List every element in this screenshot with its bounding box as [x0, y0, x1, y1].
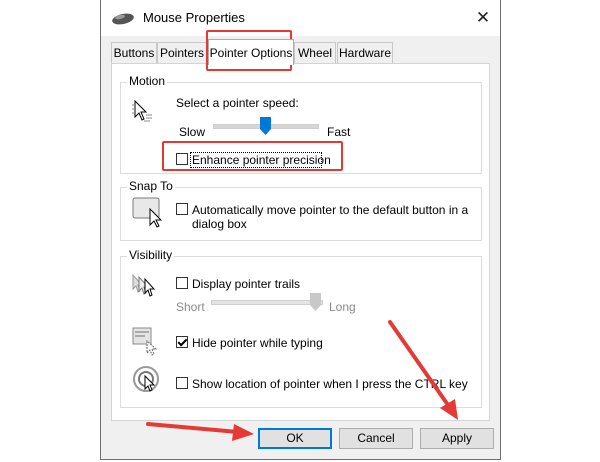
pointer-trails-label[interactable]: Display pointer trails — [192, 277, 300, 291]
enhance-precision-label[interactable]: Enhance pointer precision — [192, 153, 331, 167]
snap-to-group-label: Snap To — [127, 179, 175, 193]
window-title: Mouse Properties — [143, 10, 245, 25]
tab-hardware[interactable]: Hardware — [337, 42, 393, 63]
visibility-group-label: Visibility — [127, 248, 175, 262]
pointer-speed-icon — [132, 99, 152, 122]
trails-length-track — [211, 300, 323, 305]
trails-short-label: Short — [176, 300, 205, 314]
visibility-group: Visibility Display pointer trails Short … — [120, 248, 482, 408]
pointer-options-panel: Motion Select a pointer speed: Slow Fast… — [111, 63, 490, 421]
pointer-trails-icon — [132, 273, 156, 297]
snap-to-label-line2[interactable]: dialog box — [192, 217, 247, 231]
motion-group: Motion Select a pointer speed: Slow Fast… — [120, 74, 482, 174]
tab-buttons[interactable]: Buttons — [111, 42, 157, 63]
close-button[interactable]: ✕ — [466, 0, 500, 36]
mouse-properties-dialog: Mouse Properties ✕ Buttons Pointers Poin… — [100, 0, 501, 460]
ctrl-locate-icon — [133, 366, 159, 392]
apply-button[interactable]: Apply — [420, 428, 494, 449]
snap-to-label-line1[interactable]: Automatically move pointer to the defaul… — [192, 203, 468, 217]
snap-to-checkbox[interactable] — [176, 203, 188, 215]
tab-pointers[interactable]: Pointers — [157, 42, 207, 63]
enhance-precision-checkbox[interactable] — [176, 153, 188, 165]
title-bar: Mouse Properties ✕ — [101, 0, 500, 36]
speed-fast-label: Fast — [327, 125, 351, 139]
hide-pointer-label[interactable]: Hide pointer while typing — [192, 336, 323, 350]
trails-length-slider[interactable] — [310, 293, 321, 311]
tab-pointer-options[interactable]: Pointer Options — [208, 39, 294, 65]
cancel-button[interactable]: Cancel — [339, 428, 413, 449]
trails-long-label: Long — [329, 300, 356, 314]
tab-wheel[interactable]: Wheel — [294, 42, 336, 63]
pointer-speed-slider[interactable] — [259, 117, 271, 135]
ctrl-locate-label[interactable]: Show location of pointer when I press th… — [192, 377, 468, 391]
snap-to-icon — [132, 197, 163, 228]
mouse-icon — [112, 13, 134, 25]
motion-group-label: Motion — [127, 74, 168, 88]
snap-to-group: Snap To Automatically move pointer to th… — [120, 179, 482, 241]
speed-slow-label: Slow — [179, 125, 206, 139]
hide-pointer-icon — [132, 327, 158, 356]
pointer-trails-checkbox[interactable] — [176, 277, 188, 289]
ctrl-locate-checkbox[interactable] — [176, 377, 188, 389]
hide-pointer-checkbox[interactable] — [176, 336, 188, 348]
close-icon: ✕ — [475, 8, 491, 27]
ok-button[interactable]: OK — [258, 428, 332, 449]
pointer-speed-label: Select a pointer speed: — [176, 96, 299, 110]
